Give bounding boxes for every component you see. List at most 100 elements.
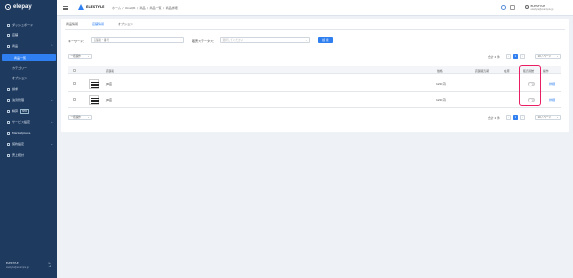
- payment-icon: [7, 98, 10, 102]
- sidebar-account: ELESTYLE elestyle@example.jp ⇤ ⇥: [6, 262, 51, 270]
- thumbnail-line: [91, 84, 99, 86]
- per-page-label: 10 / ページ: [537, 55, 552, 58]
- contract-icon: [7, 142, 10, 146]
- sale-status-select[interactable]: 選択してください ⌄: [220, 37, 310, 43]
- thumbnail-line: [91, 100, 99, 102]
- select-all-checkbox[interactable]: [73, 68, 76, 72]
- page-button[interactable]: 1: [513, 54, 518, 59]
- sidebar-item-payments[interactable]: 決済管理 ⌄: [0, 96, 57, 104]
- sidebar-item-label: 店舗: [12, 33, 19, 37]
- sidebar-item-stores[interactable]: 店舗: [0, 31, 57, 39]
- chevron-down-icon: ⌄: [50, 120, 53, 124]
- sidebar-item-settlement[interactable]: 精算 NEW: [0, 107, 57, 115]
- price: 120 円: [436, 82, 446, 86]
- prev-page-button[interactable]: ‹: [506, 115, 511, 120]
- bulk-action-label: 一括操作: [70, 116, 81, 119]
- product-icon: [7, 44, 10, 48]
- thumbnail-line: [91, 87, 99, 89]
- brand: ELESTYLE: [78, 4, 104, 10]
- new-badge: NEW: [20, 108, 30, 114]
- top-header: ELESTYLE ホーム / OneQR / 商品 / 商品一覧 / 商品詳細 …: [57, 0, 573, 16]
- collapse-arrows-icon[interactable]: ⇤ ⇥: [48, 262, 51, 269]
- sidebar-item-contract[interactable]: 契約設定 ⌄: [0, 140, 57, 148]
- main-card: 商品情報 店舗情報 オプション キーワード： 販売ステータス： 選択してください…: [61, 19, 569, 132]
- sidebar-item-label: 契約設定: [12, 142, 25, 146]
- detail-link[interactable]: 詳細: [549, 98, 555, 102]
- breadcrumb-separator: /: [137, 6, 139, 10]
- table-header: 店舗名 価格 店舗販売期 在庫 販売開始 操作: [68, 66, 561, 74]
- per-page-select[interactable]: 10 / ページ ⌄: [535, 54, 561, 59]
- prev-page-button[interactable]: ‹: [506, 54, 511, 59]
- sidebar-item-billing[interactable]: 請求: [0, 85, 57, 93]
- sale-status-placeholder: 選択してください: [222, 39, 244, 42]
- pagination: ‹ 1 ›: [506, 115, 525, 120]
- sidebar-item-label: 精算: [12, 109, 19, 113]
- search-button[interactable]: 検 索: [318, 37, 333, 43]
- page-button[interactable]: 1: [513, 115, 518, 120]
- chevron-down-icon: ⌄: [305, 39, 308, 42]
- next-page-button[interactable]: ›: [520, 54, 525, 59]
- column-header-stock: 在庫: [504, 68, 510, 73]
- store-qr-thumbnail: [89, 95, 99, 105]
- annotation-highlight: [519, 65, 541, 106]
- sidebar-item-marketplace[interactable]: Marketplace: [0, 129, 57, 137]
- sidebar-subitem-option[interactable]: オプション: [0, 74, 57, 81]
- table-row: JR店 120 円 詳細: [68, 92, 561, 108]
- table-row: JR店 120 円 詳細: [68, 76, 561, 92]
- bulk-action-select[interactable]: 一括操作 ⌄: [68, 54, 92, 59]
- notification-icon[interactable]: [510, 5, 515, 10]
- store-name: JR店: [106, 98, 112, 102]
- settings-icon: [7, 120, 10, 124]
- help-icon[interactable]: [501, 5, 506, 10]
- sidebar-subitem-product-list[interactable]: 商品一覧: [2, 54, 56, 61]
- logo-text: elepay: [13, 4, 32, 10]
- elepay-logo-icon: [5, 4, 11, 10]
- billing-icon: [7, 87, 10, 91]
- row-checkbox[interactable]: [73, 82, 76, 85]
- sidebar-item-label: Marketplace: [12, 131, 31, 135]
- chevron-down-icon: ⌄: [556, 55, 559, 58]
- detail-link[interactable]: 詳細: [549, 82, 555, 86]
- menu-icon[interactable]: [63, 6, 68, 10]
- sidebar-item-label: 請求: [12, 87, 19, 91]
- breadcrumb-oneqr[interactable]: OneQR: [125, 6, 136, 10]
- store-name: JR店: [106, 82, 112, 86]
- dashboard-icon: [7, 23, 10, 27]
- next-page-button[interactable]: ›: [520, 115, 525, 120]
- account-name: ELESTYLE: [6, 262, 19, 265]
- brand-logo-icon: [78, 4, 84, 10]
- brand-name: ELESTYLE: [86, 5, 105, 9]
- sidebar-item-dashboard[interactable]: ダッシュボード: [0, 21, 57, 29]
- pagination: ‹ 1 ›: [506, 54, 525, 59]
- account-email: elestyle@example.jp: [6, 266, 29, 269]
- row-checkbox[interactable]: [73, 98, 76, 101]
- sidebar-item-sales-stats[interactable]: 売上統計: [0, 151, 57, 159]
- bulk-action-select[interactable]: 一括操作 ⌄: [68, 115, 92, 120]
- chevron-down-icon: ⌄: [50, 98, 53, 102]
- sidebar-item-label: 決済管理: [12, 98, 25, 102]
- sidebar-item-service-settings[interactable]: サービス設定 ⌄: [0, 118, 57, 126]
- store-icon: [7, 33, 10, 37]
- thumbnail-line: [91, 97, 99, 99]
- breadcrumb: ホーム / OneQR / 商品 / 商品一覧 / 商品詳細: [112, 6, 178, 10]
- keyword-label: キーワード：: [68, 39, 87, 43]
- breadcrumb-products[interactable]: 商品: [140, 6, 146, 10]
- price: 120 円: [436, 98, 446, 102]
- elepay-logo[interactable]: elepay: [5, 4, 32, 10]
- breadcrumb-home[interactable]: ホーム: [112, 6, 121, 10]
- marketplace-icon: [7, 131, 10, 135]
- bulk-action-label: 一括操作: [70, 55, 81, 58]
- thumbnail-line: [91, 103, 99, 105]
- sidebar: elepay ダッシュボード 店舗 商品 ⌃ 商品一覧 カテゴリー オプション …: [0, 0, 57, 278]
- keyword-input[interactable]: [91, 37, 184, 43]
- sidebar-subitem-category[interactable]: カテゴリー: [0, 64, 57, 71]
- chevron-down-icon: ⌄: [50, 142, 53, 146]
- sidebar-item-products[interactable]: 商品 ⌃: [0, 42, 57, 50]
- user-menu[interactable]: ELESTYLE elestyle@example.jp: [525, 4, 553, 11]
- thumbnail-line: [91, 81, 99, 83]
- breadcrumb-product-list[interactable]: 商品一覧: [150, 6, 162, 10]
- column-header-action: 操作: [543, 68, 549, 73]
- per-page-select[interactable]: 10 / ページ ⌄: [535, 115, 561, 120]
- breadcrumb-product-detail: 商品詳細: [165, 6, 178, 10]
- header-icons: [501, 5, 515, 10]
